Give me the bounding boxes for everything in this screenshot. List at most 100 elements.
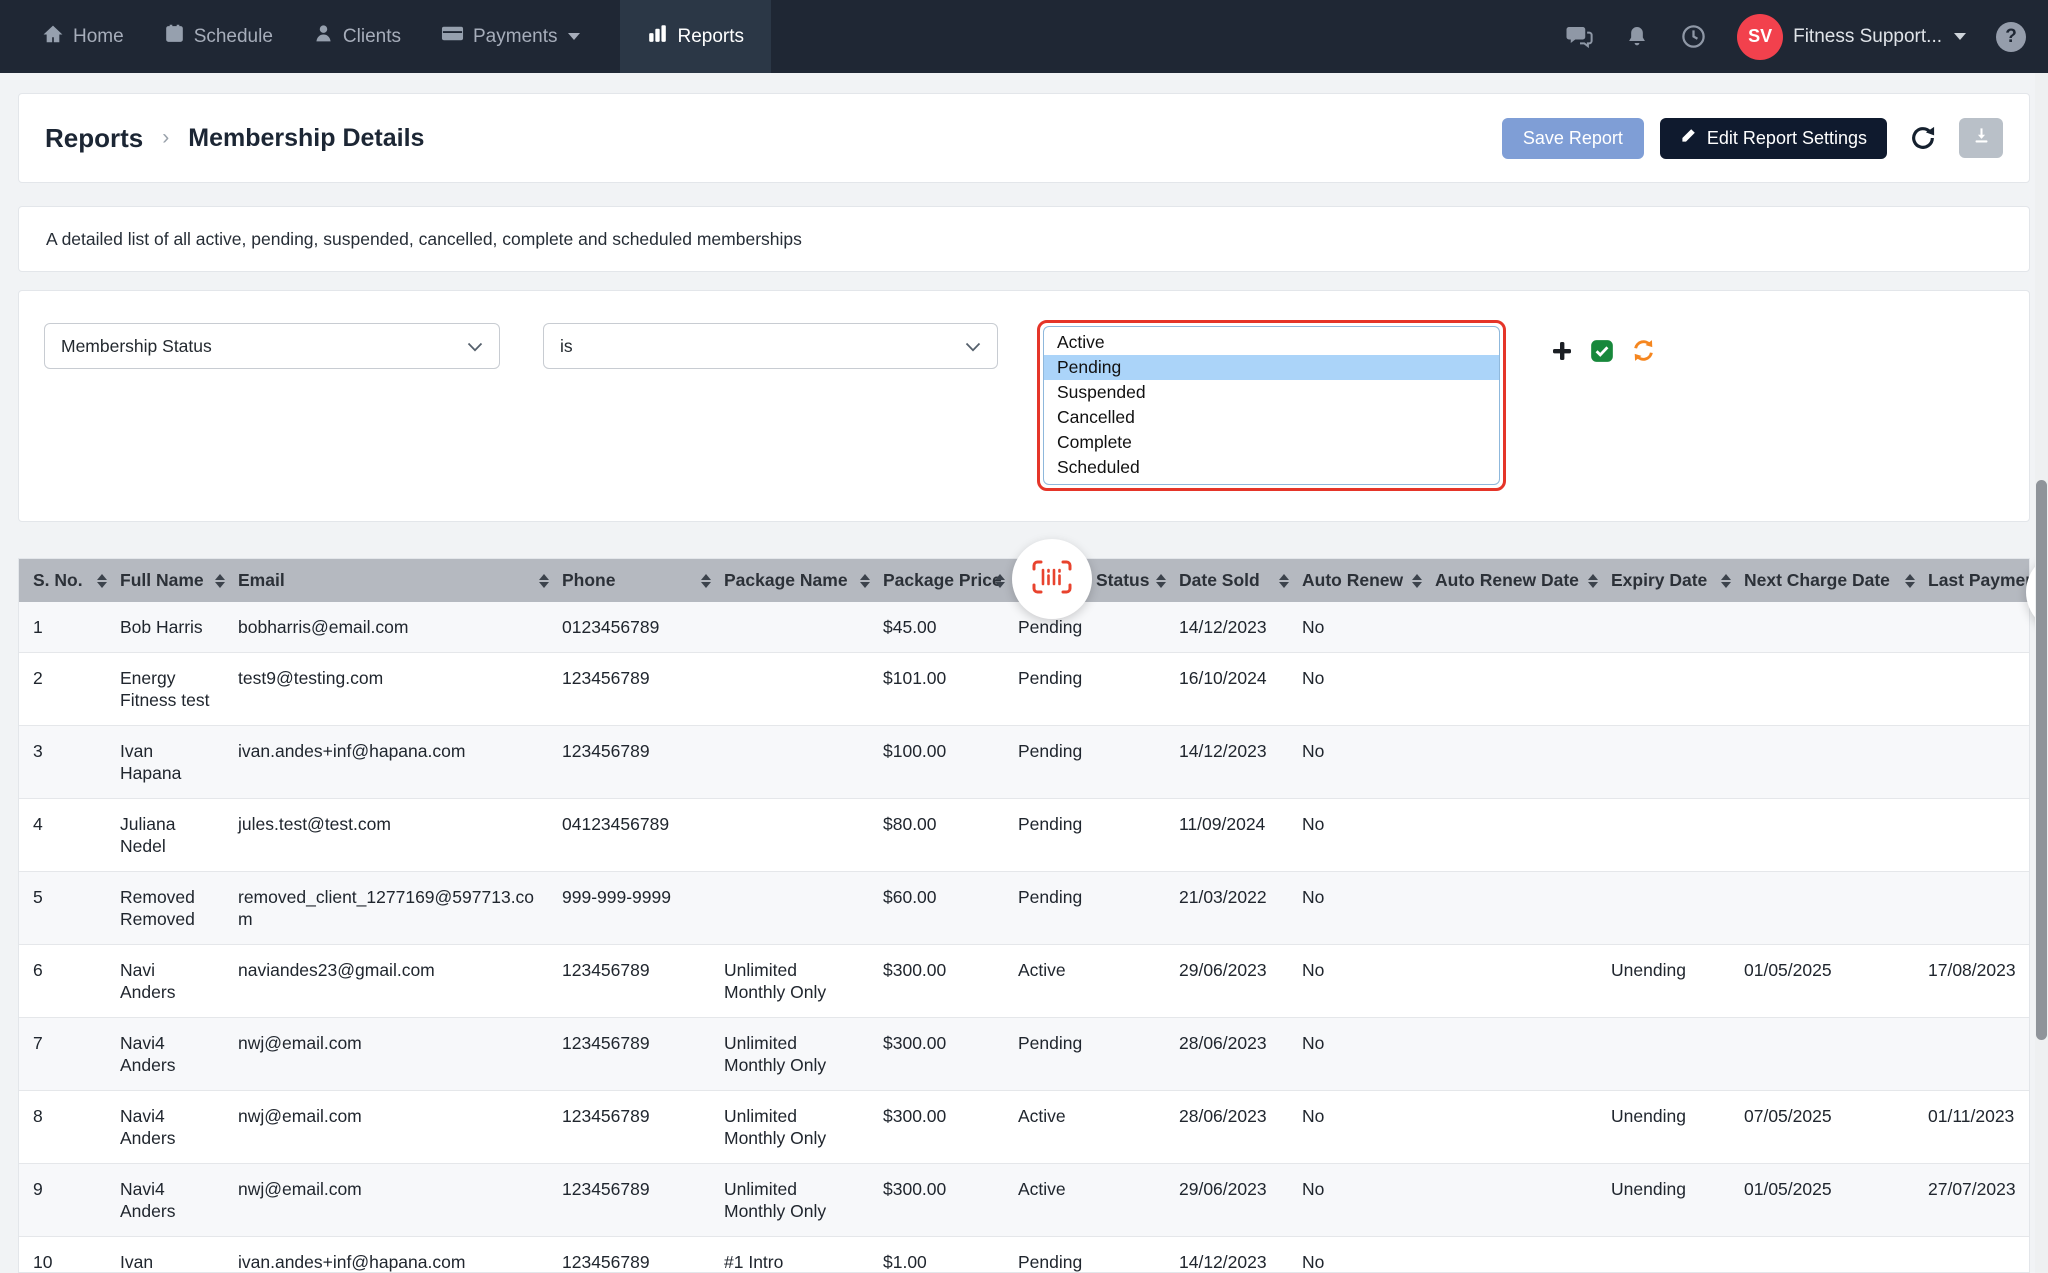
column-header[interactable]: Last Payment — [1928, 559, 2030, 602]
table-row[interactable]: 1Bob Harrisbobharris@email.com0123456789… — [19, 602, 2030, 653]
column-header[interactable]: Phone — [562, 559, 724, 602]
table-cell: ivan.andes+inf@hapana.com — [238, 1237, 562, 1273]
edit-report-settings-button[interactable]: Edit Report Settings — [1660, 118, 1887, 159]
sort-icon[interactable] — [539, 574, 549, 588]
table-cell: No — [1302, 945, 1435, 1018]
add-filter-icon[interactable] — [1550, 339, 1574, 363]
table-cell: $100.00 — [883, 726, 1018, 799]
table-cell — [1928, 602, 2030, 653]
sort-icon[interactable] — [1905, 574, 1915, 588]
bell-icon[interactable] — [1624, 24, 1650, 50]
table-cell — [1744, 799, 1928, 872]
page-scrollbar-thumb[interactable] — [2036, 480, 2047, 1040]
table-cell: Pending — [1018, 872, 1179, 945]
reset-filter-sync-icon[interactable] — [1630, 337, 1657, 364]
listbox-option[interactable]: Suspended — [1044, 380, 1499, 405]
sort-icon[interactable] — [97, 574, 107, 588]
table-cell: 9 — [19, 1164, 120, 1237]
nav-item-clients[interactable]: Clients — [313, 0, 401, 73]
table-cell: $300.00 — [883, 1164, 1018, 1237]
apply-filter-check-icon[interactable] — [1589, 338, 1615, 364]
sort-icon[interactable] — [860, 574, 870, 588]
barcode-scan-fab[interactable] — [1012, 539, 1092, 619]
column-header[interactable]: Package Price — [883, 559, 1018, 602]
page-scrollbar[interactable] — [2035, 73, 2048, 1273]
table-cell: $1.00 — [883, 1237, 1018, 1273]
table-cell: 28/06/2023 — [1179, 1091, 1302, 1164]
save-report-button[interactable]: Save Report — [1502, 118, 1644, 159]
column-header[interactable]: Package Name — [724, 559, 883, 602]
sort-icon[interactable] — [1412, 574, 1422, 588]
table-cell — [1928, 799, 2030, 872]
table-cell: 2 — [19, 653, 120, 726]
table-cell: Unlimited Monthly Only — [724, 1091, 883, 1164]
table-cell: naviandes23@gmail.com — [238, 945, 562, 1018]
table-cell: Juliana Nedel — [120, 799, 238, 872]
status-listbox[interactable]: ActivePendingSuspendedCancelledCompleteS… — [1043, 326, 1500, 485]
sort-icon[interactable] — [1721, 574, 1731, 588]
account-menu[interactable]: SV Fitness Support... — [1737, 14, 1966, 60]
table-row[interactable]: 5Removed Removedremoved_client_1277169@5… — [19, 872, 2030, 945]
table-cell — [724, 726, 883, 799]
listbox-option[interactable]: Scheduled — [1044, 455, 1499, 480]
table-row[interactable]: 2Energy Fitness testtest9@testing.com123… — [19, 653, 2030, 726]
refresh-icon[interactable] — [1909, 124, 1937, 152]
table-cell — [1435, 653, 1611, 726]
table-cell — [1611, 602, 1744, 653]
clock-icon[interactable] — [1680, 23, 1707, 50]
table-row[interactable]: 4Juliana Nedeljules.test@test.com0412345… — [19, 799, 2030, 872]
table-cell: 07/05/2025 — [1744, 1091, 1928, 1164]
table-cell: No — [1302, 602, 1435, 653]
table-cell — [1435, 602, 1611, 653]
column-header[interactable]: Full Name — [120, 559, 238, 602]
table-cell — [1435, 1091, 1611, 1164]
column-header[interactable]: Email — [238, 559, 562, 602]
table-cell: No — [1302, 1237, 1435, 1273]
home-icon — [42, 23, 64, 51]
table-cell: 123456789 — [562, 1091, 724, 1164]
breadcrumb-reports[interactable]: Reports — [45, 123, 143, 154]
column-header[interactable]: Auto Renew — [1302, 559, 1435, 602]
table-cell: Pending — [1018, 726, 1179, 799]
table-row[interactable]: 9Navi4 Andersnwj@email.com123456789Unlim… — [19, 1164, 2030, 1237]
column-header[interactable]: S. No. — [19, 559, 120, 602]
table-row[interactable]: 10Ivan Hapanaivan.andes+inf@hapana.com12… — [19, 1237, 2030, 1273]
download-button[interactable] — [1959, 118, 2003, 158]
table-cell — [1435, 945, 1611, 1018]
table-cell: $101.00 — [883, 653, 1018, 726]
chat-icon[interactable] — [1564, 22, 1594, 52]
report-description: A detailed list of all active, pending, … — [46, 229, 802, 250]
listbox-option[interactable]: Cancelled — [1044, 405, 1499, 430]
sort-icon[interactable] — [1279, 574, 1289, 588]
sort-icon[interactable] — [701, 574, 711, 588]
sort-icon[interactable] — [1156, 574, 1166, 588]
table-cell: 123456789 — [562, 1164, 724, 1237]
sort-icon[interactable] — [995, 574, 1005, 588]
download-icon — [1972, 126, 1991, 150]
table-cell: $80.00 — [883, 799, 1018, 872]
nav-item-schedule[interactable]: Schedule — [164, 0, 273, 73]
sort-icon[interactable] — [1588, 574, 1598, 588]
column-header[interactable]: Date Sold — [1179, 559, 1302, 602]
filter-operator-select[interactable]: is — [543, 323, 998, 369]
table-cell: #1 Intro — [724, 1237, 883, 1273]
listbox-option[interactable]: Active — [1044, 330, 1499, 355]
sort-icon[interactable] — [215, 574, 225, 588]
table-row[interactable]: 7Navi4 Andersnwj@email.com123456789Unlim… — [19, 1018, 2030, 1091]
nav-item-home[interactable]: Home — [42, 0, 124, 73]
table-row[interactable]: 6Navi Andersnaviandes23@gmail.com1234567… — [19, 945, 2030, 1018]
column-header[interactable]: Next Charge Date — [1744, 559, 1928, 602]
nav-item-reports[interactable]: Reports — [620, 0, 771, 73]
column-header[interactable]: Expiry Date — [1611, 559, 1744, 602]
filter-field-select[interactable]: Membership Status — [44, 323, 500, 369]
column-header[interactable]: Auto Renew Date — [1435, 559, 1611, 602]
table-cell — [1928, 726, 2030, 799]
main-menu: Home Schedule Clients Payments Reports — [0, 0, 771, 73]
listbox-option[interactable]: Pending — [1044, 355, 1499, 380]
nav-item-payments[interactable]: Payments — [441, 0, 580, 73]
table-row[interactable]: 8Navi4 Andersnwj@email.com123456789Unlim… — [19, 1091, 2030, 1164]
table-row[interactable]: 3Ivan Hapanaivan.andes+inf@hapana.com123… — [19, 726, 2030, 799]
table-cell: ivan.andes+inf@hapana.com — [238, 726, 562, 799]
listbox-option[interactable]: Complete — [1044, 430, 1499, 455]
help-icon[interactable]: ? — [1996, 22, 2026, 52]
